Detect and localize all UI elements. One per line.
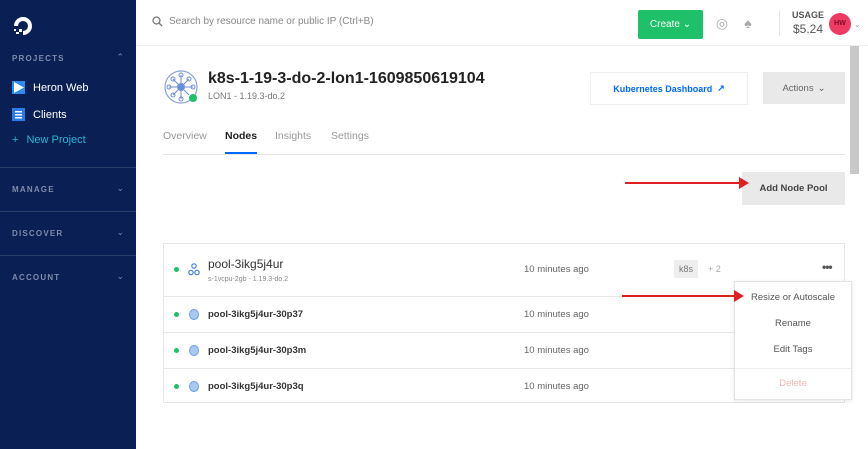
droplet-icon [189,309,199,320]
usage-amount: $5.24 [792,22,824,36]
tab-settings[interactable]: Settings [331,130,369,142]
menu-item-edit-tags[interactable]: Edit Tags [735,344,851,355]
chevron-up-icon[interactable]: ⌃ [116,52,124,63]
digitalocean-logo[interactable] [11,14,35,38]
sidebar-item-clients[interactable]: Clients [12,108,67,121]
tag-badge[interactable]: k8s [674,260,698,278]
kubernetes-dashboard-button[interactable]: Kubernetes Dashboard ↗ [590,72,748,105]
page-title: k8s-1-19-3-do-2-lon1-1609850619104 [208,70,485,88]
usage-label: USAGE [792,10,824,20]
pool-spec: s-1vcpu-2gb - 1.19.3-do.2 [208,276,288,283]
sidebar-item-label: Heron Web [33,82,88,94]
status-dot [189,94,197,102]
status-dot [174,348,179,353]
more-options-icon[interactable]: ••• [822,260,832,274]
tab-divider [163,154,845,155]
status-dot [174,312,179,317]
chevron-down-icon[interactable]: ⌄ [854,20,861,29]
divider [0,211,136,212]
section-account[interactable]: ACCOUNT [12,273,60,282]
pool-options-menu: Resize or Autoscale Rename Edit Tags Del… [734,281,852,400]
pool-name[interactable]: pool-3ikg5j4ur [208,257,283,271]
new-project-label: New Project [26,134,85,146]
menu-divider [735,368,851,369]
node-created: 10 minutes ago [524,345,589,356]
plus-icon: + [12,134,18,146]
new-project-link[interactable]: + New Project [12,134,86,146]
usage-display[interactable]: USAGE $5.24 [779,10,824,36]
menu-item-delete[interactable]: Delete [735,378,851,389]
create-button[interactable]: Create ⌄ [638,10,703,39]
section-discover[interactable]: DISCOVER [12,229,63,238]
dashboard-label: Kubernetes Dashboard [613,84,712,94]
help-lifebuoy-icon[interactable]: ◎ [714,15,730,31]
node-name[interactable]: pool-3ikg5j4ur-30p3m [208,345,306,356]
annotation-arrow [625,182,747,184]
annotation-arrow [622,295,742,297]
droplet-icon [189,345,199,356]
search-input[interactable]: Search by resource name or public IP (Ct… [152,16,374,27]
external-link-icon: ↗ [717,83,725,94]
tab-overview[interactable]: Overview [163,130,207,142]
chevron-down-icon: ⌄ [683,19,691,30]
node-pool-icon [188,263,200,276]
kubernetes-cluster-icon [164,70,202,104]
node-name[interactable]: pool-3ikg5j4ur-30p3q [208,381,304,392]
chevron-down-icon[interactable]: ⌄ [116,227,124,238]
more-tags[interactable]: + 2 [708,264,721,274]
node-created: 10 minutes ago [524,309,589,320]
actions-button[interactable]: Actions ⌄ [763,72,845,104]
search-placeholder: Search by resource name or public IP (Ct… [169,16,374,27]
bell-icon[interactable]: ♠ [740,15,756,31]
sidebar-item-label: Clients [33,109,67,121]
pool-created: 10 minutes ago [524,264,589,275]
status-dot [174,267,179,272]
play-icon [12,81,25,94]
menu-item-resize[interactable]: Resize or Autoscale [735,292,851,303]
node-name[interactable]: pool-3ikg5j4ur-30p37 [208,309,303,320]
chevron-down-icon[interactable]: ⌄ [116,271,124,282]
droplet-icon [189,381,199,392]
tab-nodes[interactable]: Nodes [225,130,257,142]
active-tab-indicator [225,152,257,154]
divider [0,167,136,168]
status-dot [174,384,179,389]
menu-item-rename[interactable]: Rename [735,318,851,329]
section-manage[interactable]: MANAGE [12,185,55,194]
chevron-down-icon[interactable]: ⌄ [116,183,124,194]
list-icon [12,108,25,121]
create-label: Create [650,19,680,30]
section-projects[interactable]: PROJECTS [12,54,65,63]
chevron-down-icon: ⌄ [818,83,826,94]
sidebar-item-heron-web[interactable]: Heron Web [12,81,88,94]
avatar[interactable]: HW [829,13,851,35]
actions-label: Actions [782,83,813,94]
tab-insights[interactable]: Insights [275,130,311,142]
node-created: 10 minutes ago [524,381,589,392]
scrollbar[interactable] [850,46,859,174]
cluster-subtitle: LON1 - 1.19.3-do.2 [208,91,285,101]
search-icon [152,16,163,27]
topbar: Search by resource name or public IP (Ct… [136,0,868,46]
add-node-pool-button[interactable]: Add Node Pool [742,172,845,205]
divider [0,255,136,256]
sidebar: PROJECTS ⌃ Heron Web Clients + New Proje… [0,0,136,449]
